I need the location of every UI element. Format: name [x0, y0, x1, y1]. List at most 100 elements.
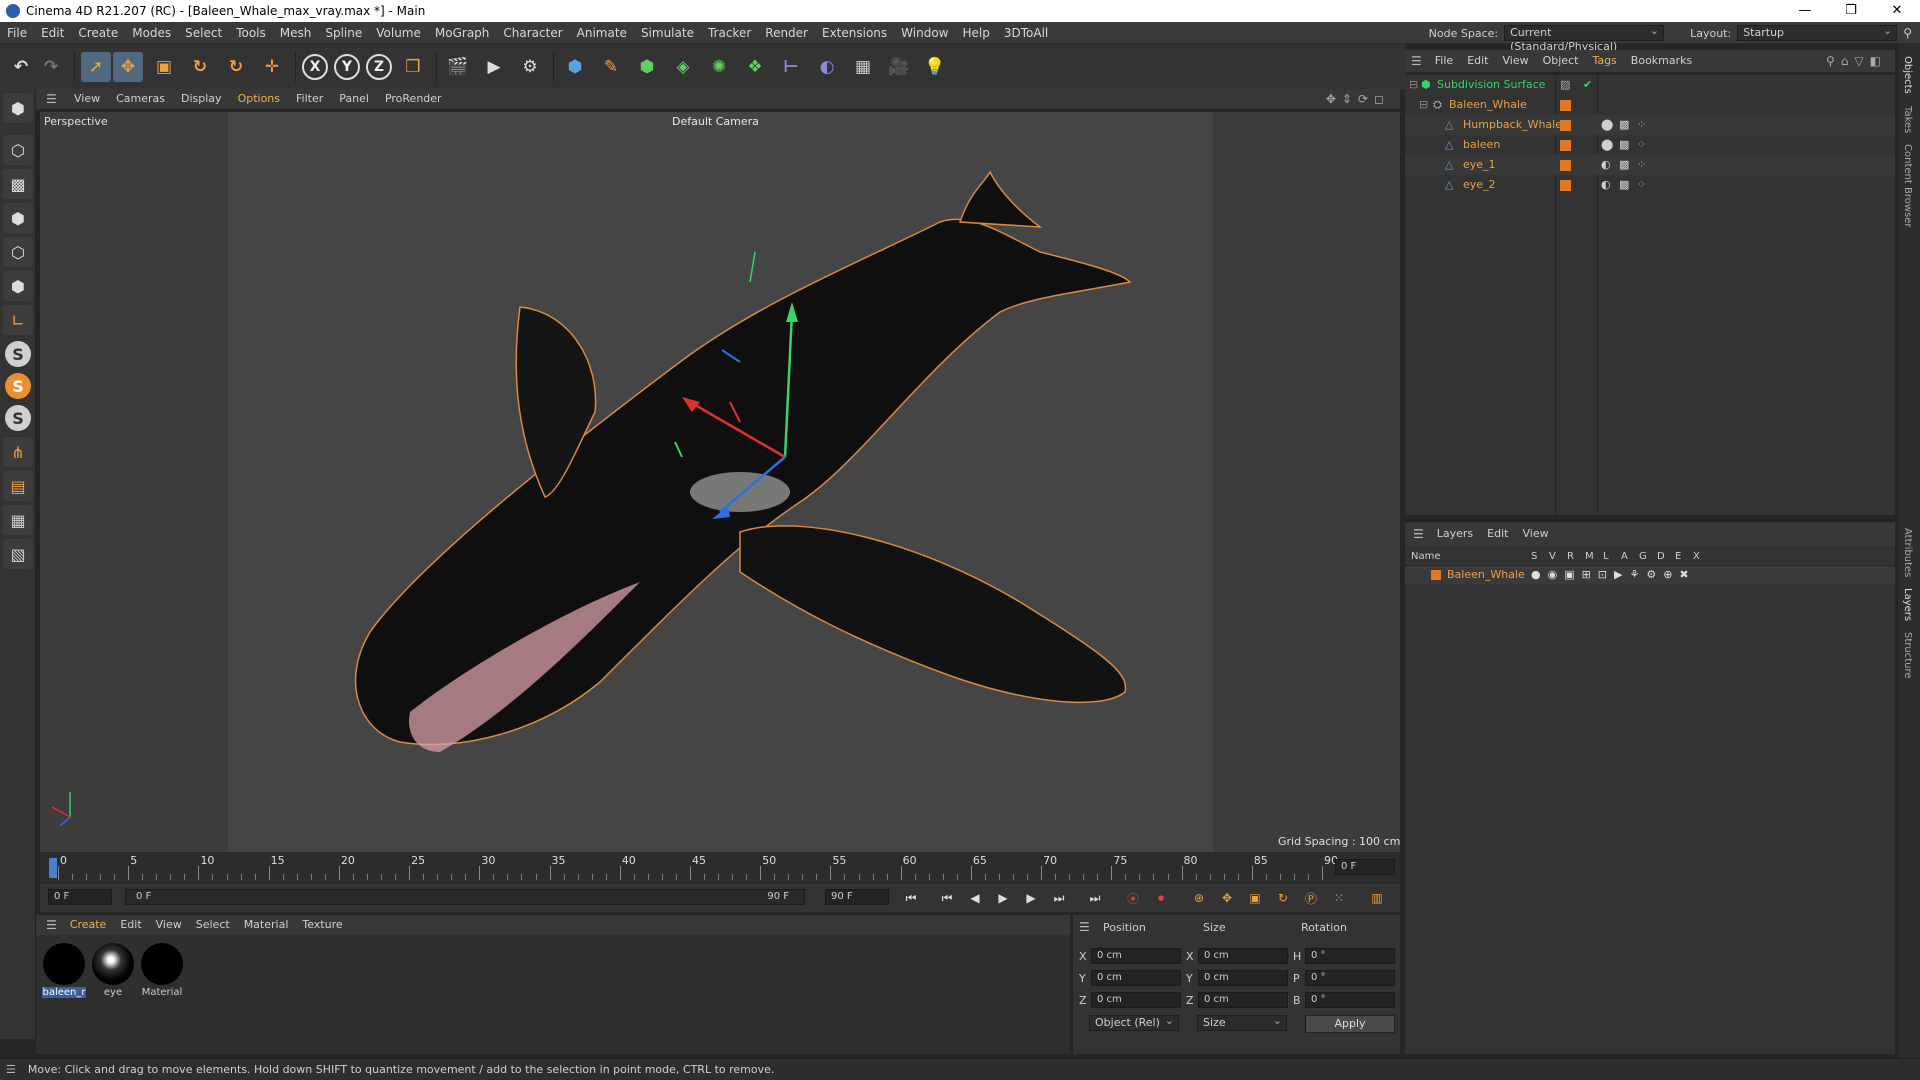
collapse-icon[interactable]: ⊟	[1409, 75, 1418, 95]
tree-row-eye-1[interactable]: △ eye_1 ◐ ▩ ⁘	[1405, 155, 1895, 175]
move-icon[interactable]: ✥	[113, 51, 143, 82]
coordinate-mode-dropdown[interactable]: Object (Rel)	[1089, 1014, 1179, 1031]
tree-row-humpback-whale[interactable]: △ Humpback_Whale ⬤ ▩ ⁘	[1405, 115, 1895, 135]
next-key-icon[interactable]: ⏭	[1048, 888, 1070, 908]
quantize-icon[interactable]: ▧	[3, 539, 33, 569]
object-hamburger-icon[interactable]: ☰	[1411, 54, 1422, 68]
size-mode-dropdown[interactable]: Size	[1197, 1014, 1287, 1031]
rotation-b-field[interactable]: 0 °	[1305, 992, 1395, 1008]
close-button[interactable]: ✕	[1874, 0, 1920, 22]
viewport-menu-display[interactable]: Display	[173, 89, 230, 109]
texture-tag-icon[interactable]: ▩	[1619, 135, 1629, 155]
material-menu-material[interactable]: Material	[237, 915, 296, 935]
recent-tools-icon[interactable]: ↻	[221, 52, 251, 82]
workplane-icon[interactable]: ▤	[3, 471, 33, 501]
phong-tag-icon[interactable]: ⁘	[1637, 155, 1646, 175]
layer-col-s[interactable]: S	[1531, 548, 1537, 566]
viewport-menu-options[interactable]: Options	[230, 89, 288, 109]
checkbox-icon[interactable]: ▨	[1560, 75, 1570, 95]
pen-spline-icon[interactable]: ✎	[596, 52, 626, 82]
deformer-icon[interactable]: ⊢	[776, 52, 806, 82]
next-frame-icon[interactable]: ▶	[1020, 888, 1042, 908]
tab-attributes[interactable]: Attributes	[1902, 528, 1913, 577]
viewport-menu-view[interactable]: View	[66, 89, 108, 109]
goto-start-icon[interactable]: ⏮	[900, 888, 922, 908]
layer-col-r[interactable]: R	[1567, 548, 1574, 566]
add-icon[interactable]: ✛	[257, 52, 287, 82]
material-swatch-baleen[interactable]: baleen_r	[42, 943, 86, 998]
layer-color-tag[interactable]	[1560, 160, 1571, 171]
size-z-field[interactable]: 0 cm	[1198, 992, 1288, 1008]
redo-icon[interactable]: ↷	[36, 52, 66, 82]
tree-row-baleen-whale[interactable]: ⊟ ⛭ Baleen_Whale	[1405, 95, 1895, 115]
menu-tools[interactable]: Tools	[229, 22, 273, 44]
extrude-icon[interactable]: ◈	[668, 52, 698, 82]
layer-name[interactable]: Baleen_Whale	[1447, 566, 1525, 584]
range-slider[interactable]: 0 F 90 F	[125, 889, 805, 905]
edges-mode-icon[interactable]: ⬡	[3, 237, 33, 267]
menu-animate[interactable]: Animate	[570, 22, 634, 44]
timeline-ruler[interactable]: 0 5 10 15 20 25 30 35 40 45 50 55 60 65 70 75 80 85 90 0 F	[40, 852, 1400, 884]
coordinate-system-icon[interactable]: ❒	[398, 52, 428, 82]
size-x-field[interactable]: 0 cm	[1198, 948, 1288, 964]
material-menu-view[interactable]: View	[149, 915, 189, 935]
position-x-field[interactable]: 0 cm	[1091, 948, 1181, 964]
tab-content-browser[interactable]: Content Browser	[1902, 144, 1913, 227]
object-menu-view[interactable]: View	[1496, 50, 1536, 72]
rotation-p-field[interactable]: 0 °	[1305, 970, 1395, 986]
material-menu-edit[interactable]: Edit	[113, 915, 148, 935]
model-mode-icon[interactable]: ⬡	[3, 135, 33, 165]
layer-col-g[interactable]: G	[1639, 548, 1647, 566]
menu-edit[interactable]: Edit	[34, 22, 71, 44]
key-scale-icon[interactable]: ▣	[1244, 888, 1266, 908]
hamburger-icon[interactable]: ☰	[46, 92, 60, 106]
layer-toggle-icons[interactable]: ●◉▣⊞⊡▶⚘⚙⊕✖	[1531, 566, 1696, 584]
object-menu-object[interactable]: Object	[1536, 50, 1586, 72]
tab-structure[interactable]: Structure	[1902, 632, 1913, 679]
record-icon[interactable]: ⦿	[1122, 888, 1144, 908]
make-editable-icon[interactable]: ⬢	[3, 93, 33, 123]
timeline-window-icon[interactable]: ▥	[1366, 888, 1388, 908]
layer-hamburger-icon[interactable]: ☰	[1413, 527, 1424, 541]
menu-character[interactable]: Character	[496, 22, 569, 44]
texture-tag-icon[interactable]: ▩	[1619, 155, 1629, 175]
menu-spline[interactable]: Spline	[318, 22, 369, 44]
coords-hamburger-icon[interactable]: ☰	[1079, 920, 1090, 934]
minimize-button[interactable]: —	[1782, 0, 1828, 22]
collapse-icon[interactable]: ⊟	[1419, 95, 1428, 115]
material-tag-icon[interactable]: ⬤	[1601, 135, 1613, 155]
position-z-field[interactable]: 0 cm	[1091, 992, 1181, 1008]
menu-simulate[interactable]: Simulate	[634, 22, 701, 44]
layer-col-v[interactable]: V	[1549, 548, 1556, 566]
layer-col-x[interactable]: X	[1693, 548, 1700, 566]
maximize-button[interactable]: ❐	[1828, 0, 1874, 22]
snap-icon[interactable]: ⋔	[3, 437, 33, 467]
material-tag-icon[interactable]: ◐	[1601, 175, 1611, 195]
material-tag-icon[interactable]: ◐	[1601, 155, 1611, 175]
playhead[interactable]	[49, 858, 57, 878]
render-picture-viewer-icon[interactable]: ▶	[479, 52, 509, 82]
phong-tag-icon[interactable]: ⁘	[1637, 175, 1646, 195]
material-menu-texture[interactable]: Texture	[295, 915, 349, 935]
menu-help[interactable]: Help	[956, 22, 997, 44]
texture-mode-icon[interactable]: ▩	[3, 169, 33, 199]
auto-key-icon[interactable]: ⏺	[1150, 888, 1172, 908]
material-swatch-eye[interactable]: eye	[91, 943, 135, 998]
axis-mode-icon[interactable]: ∟	[3, 305, 33, 335]
key-position-icon[interactable]: ✥	[1216, 888, 1238, 908]
menu-volume[interactable]: Volume	[369, 22, 428, 44]
layer-col-d[interactable]: D	[1657, 548, 1665, 566]
layer-color-tag[interactable]	[1560, 120, 1571, 131]
phong-tag-icon[interactable]: ⁘	[1637, 135, 1646, 155]
y-axis-toggle[interactable]: Y	[334, 53, 360, 80]
cube-icon[interactable]: ⬢	[560, 52, 590, 82]
tab-layers[interactable]: Layers	[1902, 588, 1913, 621]
menu-render[interactable]: Render	[758, 22, 815, 44]
undo-icon[interactable]: ↶	[6, 52, 36, 82]
phong-tag-icon[interactable]: ⁘	[1637, 115, 1646, 135]
menu-mesh[interactable]: Mesh	[273, 22, 319, 44]
viewport-camera-label[interactable]: Default Camera	[672, 115, 759, 128]
viewport-menu-filter[interactable]: Filter	[288, 89, 331, 109]
menu-modes[interactable]: Modes	[125, 22, 178, 44]
mograph-icon[interactable]: ❖	[740, 52, 770, 82]
